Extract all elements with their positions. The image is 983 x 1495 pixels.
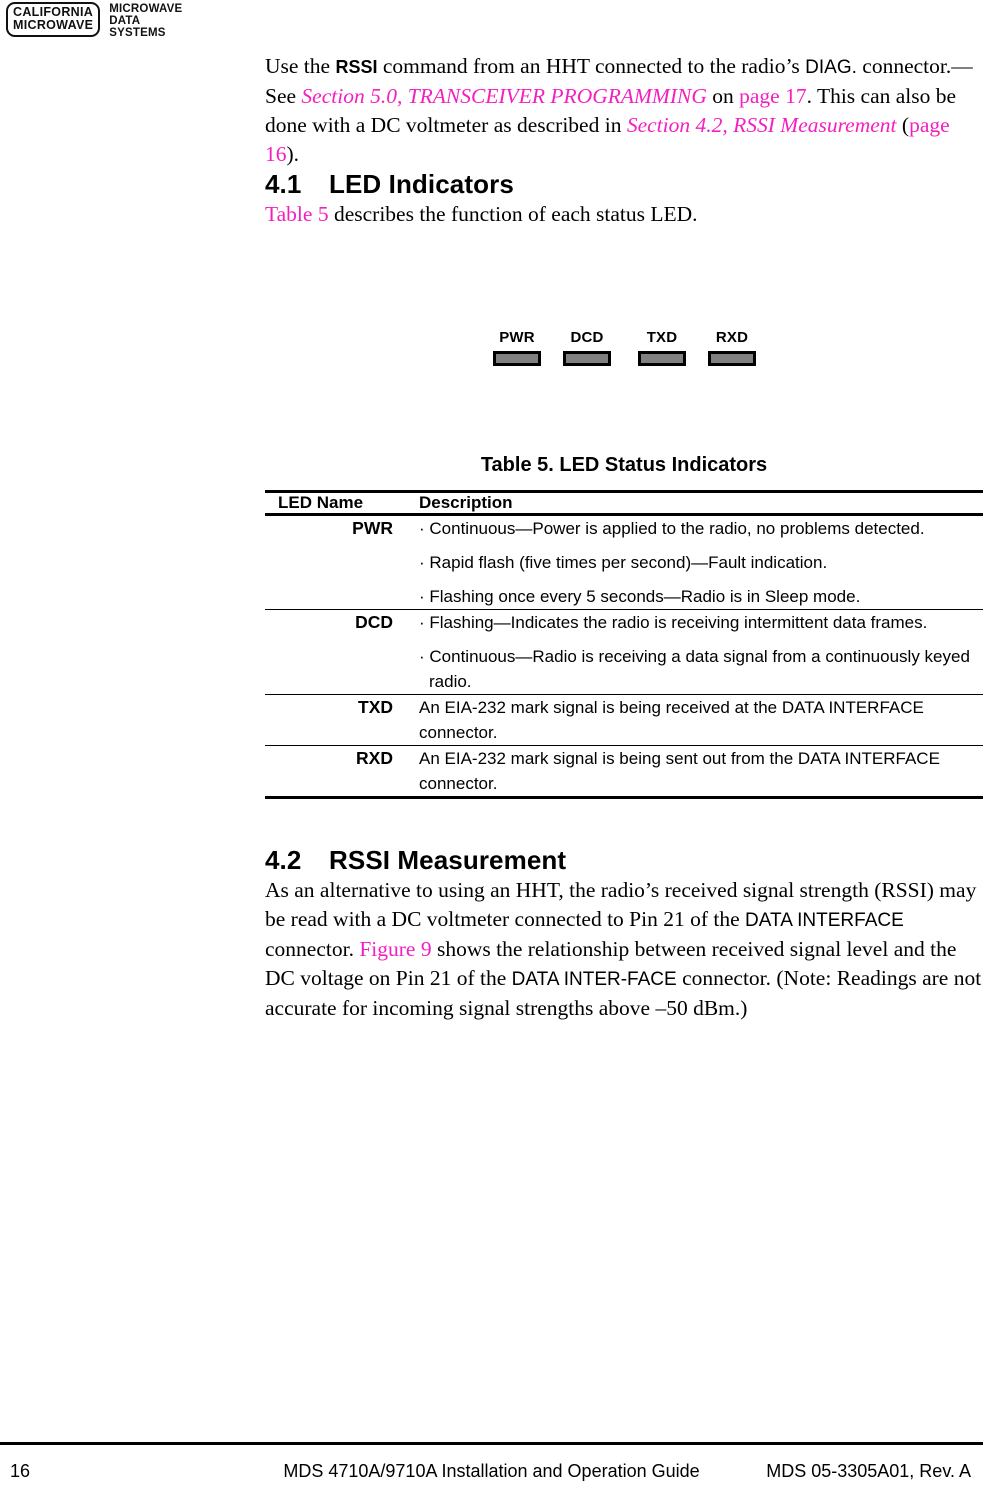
rssi-command-term: RSSI [335, 57, 378, 77]
intro-text-1: Use the [265, 54, 336, 78]
led-label-pwr: PWR [499, 329, 535, 346]
table-row: TXD An EIA-232 mark signal is being rece… [265, 694, 983, 746]
section-4-2-paragraph: As an alternative to using an HHT, the r… [265, 876, 983, 1023]
intro-text-7: ). [286, 142, 300, 166]
section-4-1-heading: 4.1 LED Indicators [265, 169, 983, 200]
description-line: · Continuous—Power is applied to the rad… [419, 519, 925, 538]
column-header-description: Description [407, 490, 983, 516]
data-interface-term-1: DATA INTERFACE [745, 910, 904, 931]
section-4-1-paragraph: Table 5 describes the function of each s… [265, 200, 983, 229]
diag-connector-term: DIAG. [805, 57, 857, 78]
cell-description-rxd: An EIA-232 mark signal is being sent out… [407, 745, 983, 799]
microwave-data-systems-wordmark: MICROWAVE DATA SYSTEMS [109, 3, 182, 40]
description-line: · Flashing—Indicates the radio is receiv… [419, 613, 928, 632]
led-lamp-txd-icon [638, 351, 686, 366]
section-4-1-title: LED Indicators [329, 169, 514, 199]
intro-text-6: ( [896, 113, 910, 137]
page-footer: 16 MDS 4710A/9710A Installation and Oper… [0, 1461, 983, 1487]
logo-word-line-3: SYSTEMS [109, 27, 166, 40]
section-4-2-text-2: connector. [265, 937, 360, 961]
logo-word-line-1: MICROWAVE [109, 3, 183, 15]
table-row: RXD An EIA-232 mark signal is being sent… [265, 745, 983, 799]
section-4-2-number: 4.2 [265, 845, 302, 875]
link-section-4-2-rssi-measurement[interactable]: Section 4.2, RSSI Measurement [627, 113, 897, 137]
table-row: DCD · Flashing—Indicates the radio is re… [265, 609, 983, 695]
section-4-2-title: RSSI Measurement [329, 845, 567, 875]
cell-description-txd: An EIA-232 mark signal is being received… [407, 694, 983, 746]
led-indicator-dcd: DCD [559, 329, 615, 366]
cell-led-name-pwr: PWR [265, 514, 407, 610]
led-label-dcd: DCD [570, 329, 604, 346]
cell-description-pwr: · Continuous—Power is applied to the rad… [407, 514, 983, 610]
section-4-2: 4.2 RSSI Measurement As an alternative to… [265, 845, 983, 1023]
led-lamp-pwr-icon [493, 351, 541, 366]
intro-paragraph: Use the RSSI command from an HHT connect… [265, 52, 983, 169]
table-row: PWR · Continuous—Power is applied to the… [265, 514, 983, 610]
description-line: An EIA-232 mark signal is being received… [419, 698, 924, 742]
description-line: · Rapid flash (five times per second)—Fa… [419, 553, 828, 572]
cell-led-name-txd: TXD [265, 694, 407, 746]
cell-description-dcd: · Flashing—Indicates the radio is receiv… [407, 609, 983, 695]
link-page-17[interactable]: page 17 [739, 84, 806, 108]
led-indicator-rxd: RXD [704, 329, 760, 366]
california-microwave-badge: CALIFORNIA MICROWAVE [6, 2, 101, 37]
page-content: Use the RSSI command from an HHT connect… [265, 52, 983, 229]
logo-badge-line-2: MICROWAVE [13, 17, 94, 32]
section-4-2-heading: 4.2 RSSI Measurement [265, 845, 983, 876]
cell-led-name-dcd: DCD [265, 609, 407, 695]
description-line: · Flashing once every 5 seconds—Radio is… [419, 587, 861, 606]
led-label-rxd: RXD [715, 329, 749, 346]
led-indicator-txd: TXD [634, 329, 690, 366]
led-indicator-figure: PWR DCD TXD RXD [489, 329, 759, 377]
column-header-led-name: LED Name [265, 490, 407, 516]
led-indicator-pwr: PWR [489, 329, 545, 366]
data-interface-term-2: DATA INTER-FACE [511, 969, 677, 990]
description-line: An EIA-232 mark signal is being sent out… [419, 749, 940, 793]
led-lamp-rxd-icon [708, 351, 756, 366]
company-logo: CALIFORNIA MICROWAVE MICROWAVE DATA SYST… [6, 2, 182, 40]
link-section-5-transceiver-programming[interactable]: Section 5.0, TRANSCEIVER PROGRAMMING [301, 84, 706, 108]
section-4-1-number: 4.1 [265, 169, 302, 199]
footer-document-number: MDS 05-3305A01, Rev. A [766, 1461, 971, 1481]
led-lamp-dcd-icon [563, 351, 611, 366]
logo-badge-line-1: CALIFORNIA [13, 5, 94, 19]
led-label-txd: TXD [646, 329, 678, 346]
table-5-led-status-indicators: LED Name Description PWR · Continuous—Po… [265, 490, 983, 799]
intro-text-4: on [706, 84, 740, 108]
footer-divider [0, 1442, 983, 1445]
intro-text-2: command from an HHT connected to the rad… [377, 54, 806, 78]
description-line: · Continuous—Radio is receiving a data s… [419, 647, 970, 691]
logo-word-line-2: DATA [109, 15, 141, 28]
section-4-1-paragraph-text: describes the function of each status LE… [328, 202, 698, 226]
cell-led-name-rxd: RXD [265, 745, 407, 799]
table-5-caption: Table 5. LED Status Indicators [480, 454, 768, 476]
table-header-row: LED Name Description [265, 490, 983, 516]
link-figure-9[interactable]: Figure 9 [359, 937, 431, 961]
link-table-5[interactable]: Table 5 [265, 202, 329, 226]
